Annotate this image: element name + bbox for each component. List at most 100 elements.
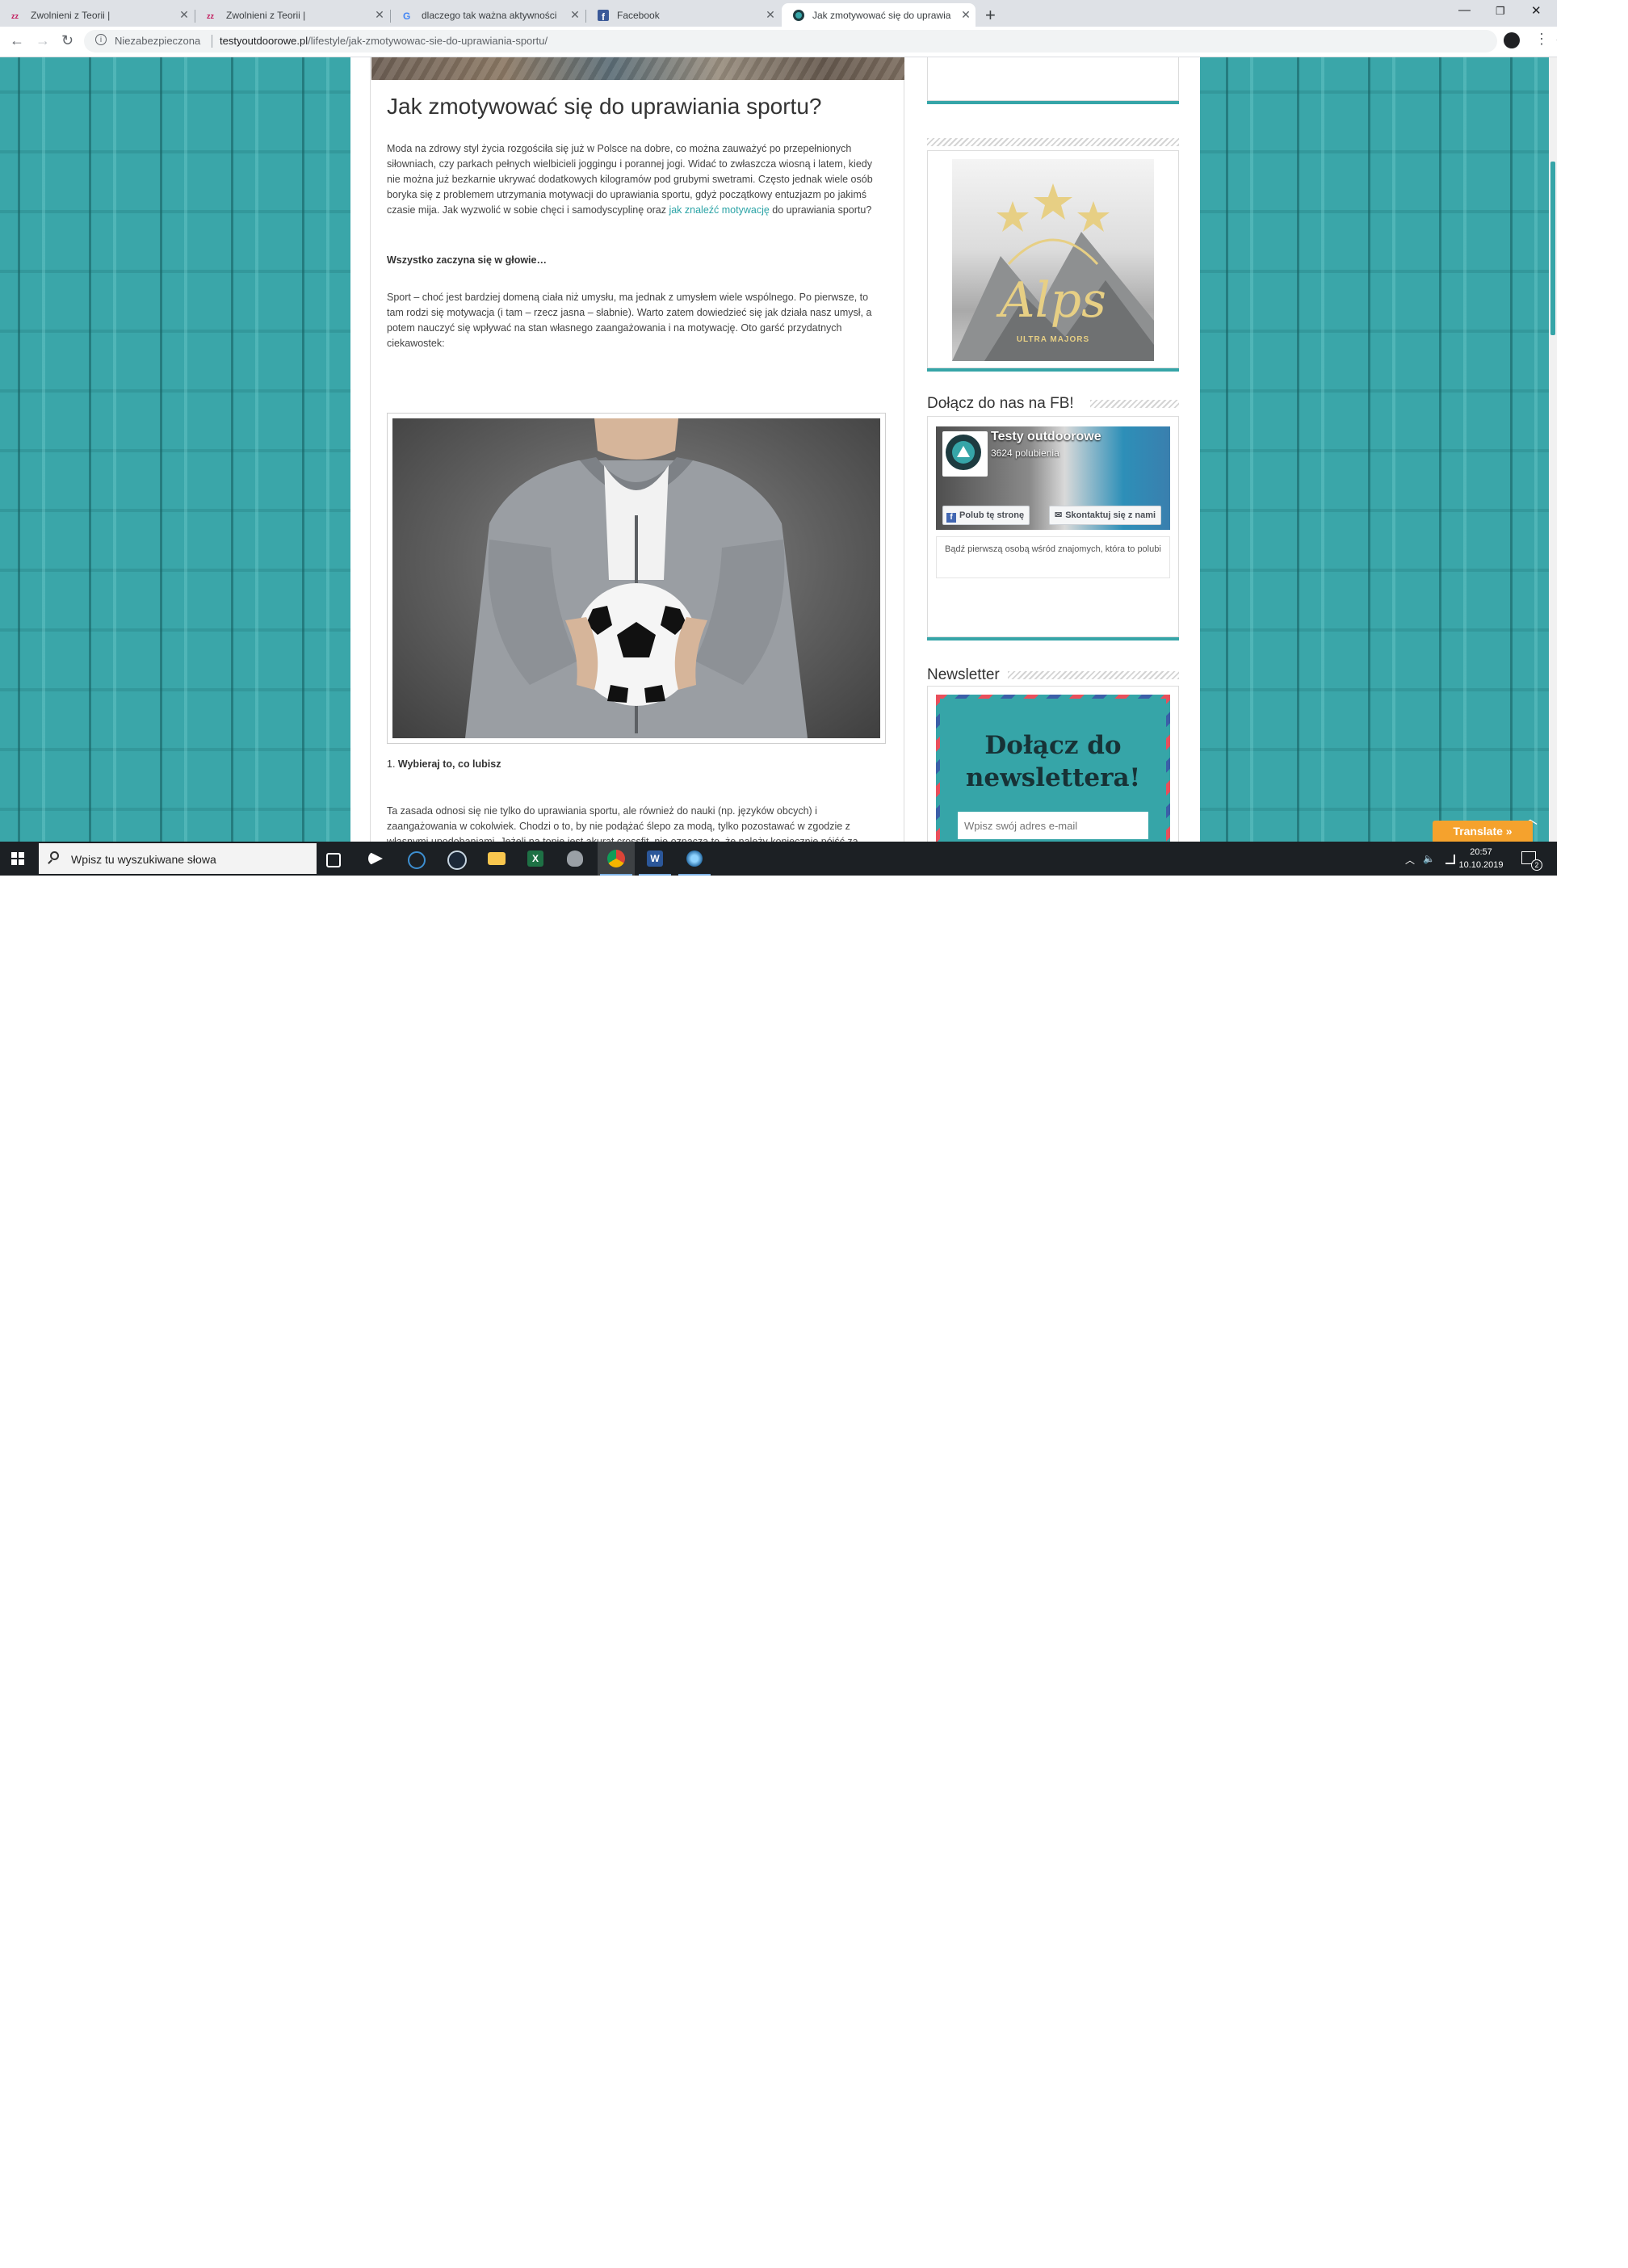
page-viewport: Jak zmotywować się do uprawiania sportu?… xyxy=(0,57,1549,842)
taskbar-search-box[interactable]: Wpisz tu wyszukiwane słowa xyxy=(39,843,317,874)
facebook-likes-count: 3624 polubienia xyxy=(991,447,1059,459)
sidebar: Alps ULTRA MAJORS Dołącz do nas na FB! T… xyxy=(927,57,1181,842)
newsletter-widget: Dołącz do newslettera! xyxy=(927,686,1179,842)
fb-contact-label: Skontaktuj się z nami xyxy=(1065,510,1156,520)
testy-outdoorowe-icon xyxy=(793,9,804,21)
facebook-page-avatar[interactable] xyxy=(942,431,988,477)
sidebar-widget-top xyxy=(927,57,1179,101)
page-container: Jak zmotywować się do uprawiania sportu?… xyxy=(350,57,1200,842)
list-item: 1. Wybieraj to, co lubisz xyxy=(387,758,881,770)
widget-accent-bar xyxy=(927,101,1179,104)
profile-avatar-icon[interactable] xyxy=(1504,32,1520,48)
close-icon[interactable]: ✕ xyxy=(761,8,780,22)
facebook-icon: f xyxy=(598,9,609,23)
article-paragraph-3: Ta zasada odnosi się nie tylko do uprawi… xyxy=(387,805,858,842)
tab-google-search[interactable]: G dlaczego tak ważna aktywności ✕ xyxy=(391,3,585,27)
security-shield-icon[interactable] xyxy=(567,850,583,867)
section-heading-text: Wszystko zaczyna się w głowie… xyxy=(387,254,547,266)
info-icon[interactable]: i xyxy=(95,34,107,45)
browser-tab-strip: zz Zwolnieni z Teorii | ✕ zz Zwolnieni z… xyxy=(0,0,1557,27)
close-icon[interactable]: ✕ xyxy=(370,8,389,22)
tab-label: Facebook xyxy=(617,9,660,21)
clock-time: 20:57 xyxy=(1470,847,1492,857)
newsletter-email-input[interactable] xyxy=(958,812,1148,839)
address-bar[interactable]: i Niezabezpieczona testyoutdoorowe.pl/li… xyxy=(84,30,1557,52)
chrome-icon[interactable] xyxy=(607,850,625,867)
close-icon[interactable]: ✕ xyxy=(956,8,976,22)
taskbar-clock[interactable]: 20:57 10.10.2019 xyxy=(1457,846,1505,872)
section-heading: Wszystko zaczyna się w głowie… xyxy=(387,253,881,268)
translate-button[interactable]: Translate » xyxy=(1433,821,1533,842)
reload-icon[interactable]: ↻ xyxy=(61,32,73,49)
motivation-link[interactable]: jak znaleźć motywację xyxy=(669,204,769,216)
google-icon: G xyxy=(402,10,413,22)
window-close-icon[interactable]: ✕ xyxy=(1531,3,1542,18)
football-player-illustration xyxy=(465,418,808,738)
tab-zwolnieni-2[interactable]: zz Zwolnieni z Teorii | ✕ xyxy=(195,3,389,27)
url-domain: testyoutdoorowe.pl xyxy=(220,35,308,47)
task-view-icon[interactable] xyxy=(326,853,341,867)
tab-active-article[interactable]: Jak zmotywować się do uprawia ✕ xyxy=(782,3,976,27)
back-arrow-icon[interactable]: ← xyxy=(10,32,24,49)
tab-label: Zwolnieni z Teorii | xyxy=(226,9,306,21)
fb-friends-note: Bądź pierwszą osobą wśród znajomych, któ… xyxy=(936,536,1170,578)
browser-toolbar: ← → ↻ i Niezabezpieczona testyoutdoorowe… xyxy=(0,27,1557,57)
close-icon[interactable]: ✕ xyxy=(174,8,194,22)
edge-browser-icon[interactable] xyxy=(408,851,426,869)
windows-start-icon[interactable] xyxy=(11,852,24,865)
testy-outdoorowe-logo-icon xyxy=(946,435,981,470)
volume-icon[interactable]: 🔈 xyxy=(1423,853,1435,864)
app-globe-icon[interactable] xyxy=(686,850,703,867)
widget-title-stripe xyxy=(927,138,1179,146)
bookmark-star-icon[interactable]: ☆ xyxy=(1555,33,1557,50)
page-scrollbar-thumb[interactable] xyxy=(1550,162,1555,335)
tray-chevron-icon[interactable]: ︿ xyxy=(1405,853,1415,867)
envelope-icon: ✉ xyxy=(1055,510,1063,520)
svg-text:G: G xyxy=(403,10,410,21)
close-icon[interactable]: ✕ xyxy=(565,8,585,22)
widget-accent-bar xyxy=(927,368,1179,372)
notification-count-badge: 2 xyxy=(1531,859,1542,871)
taskbar-search-placeholder: Wpisz tu wyszukiwane słowa xyxy=(71,853,216,866)
widget-title-stripe xyxy=(1090,400,1179,408)
url-path: /lifestyle/jak-zmotywowac-sie-do-uprawia… xyxy=(308,35,548,47)
svg-text:zz: zz xyxy=(207,12,215,20)
zwolnieni-favicon-icon: zz xyxy=(207,10,218,21)
widget-accent-bar xyxy=(927,637,1179,640)
intro-tail: do uprawiania sportu? xyxy=(772,204,872,216)
tab-label: Jak zmotywować się do uprawia xyxy=(812,9,951,21)
steam-icon[interactable] xyxy=(447,850,467,870)
word-icon[interactable]: W xyxy=(647,850,663,867)
browser-menu-icon[interactable]: ⋮ xyxy=(1534,31,1549,48)
search-icon xyxy=(50,851,59,860)
svg-text:zz: zz xyxy=(11,12,19,20)
facebook-page-name[interactable]: Testy outdoorowe xyxy=(991,430,1101,444)
tab-label: Zwolnieni z Teorii | xyxy=(31,9,111,21)
newsletter-widget-title: Newsletter xyxy=(927,666,1000,683)
restore-icon[interactable]: ❐ xyxy=(1496,5,1505,18)
fb-like-label: Polub tę stronę xyxy=(959,510,1025,520)
file-explorer-icon[interactable] xyxy=(488,852,506,865)
minimize-icon[interactable]: — xyxy=(1458,3,1471,17)
facebook-icon: f xyxy=(946,513,956,523)
media-player-icon[interactable] xyxy=(368,851,383,866)
url-text[interactable]: testyoutdoorowe.pl/lifestyle/jak-zmotywo… xyxy=(220,35,548,47)
facebook-page-cover[interactable]: Testy outdoorowe 3624 polubienia f Polub … xyxy=(936,426,1170,530)
article-column: Jak zmotywować się do uprawiania sportu?… xyxy=(370,57,904,842)
tab-facebook[interactable]: f Facebook ✕ xyxy=(586,3,780,27)
fb-contact-button[interactable]: ✉ Skontaktuj się z nami xyxy=(1049,506,1162,525)
forward-arrow-icon[interactable]: → xyxy=(36,32,50,49)
excel-icon[interactable]: X xyxy=(527,850,543,867)
article-intro: Moda na zdrowy styl życia rozgościła się… xyxy=(387,141,881,218)
new-tab-button[interactable]: + xyxy=(985,5,996,26)
newsletter-card: Dołącz do newslettera! xyxy=(936,695,1170,842)
fb-like-page-button[interactable]: f Polub tę stronę xyxy=(942,506,1030,525)
fb-widget-title: Dołącz do nas na FB! xyxy=(927,395,1074,412)
security-label[interactable]: Niezabezpieczona xyxy=(115,35,200,47)
article: Jak zmotywować się do uprawiania sportu?… xyxy=(387,93,889,842)
alps-banner-widget: Alps ULTRA MAJORS xyxy=(927,150,1179,368)
alps-ultra-majors-banner[interactable]: Alps ULTRA MAJORS xyxy=(952,159,1154,361)
clock-date: 10.10.2019 xyxy=(1458,860,1504,870)
tab-zwolnieni-1[interactable]: zz Zwolnieni z Teorii | ✕ xyxy=(0,3,194,27)
network-icon[interactable] xyxy=(1445,855,1455,864)
